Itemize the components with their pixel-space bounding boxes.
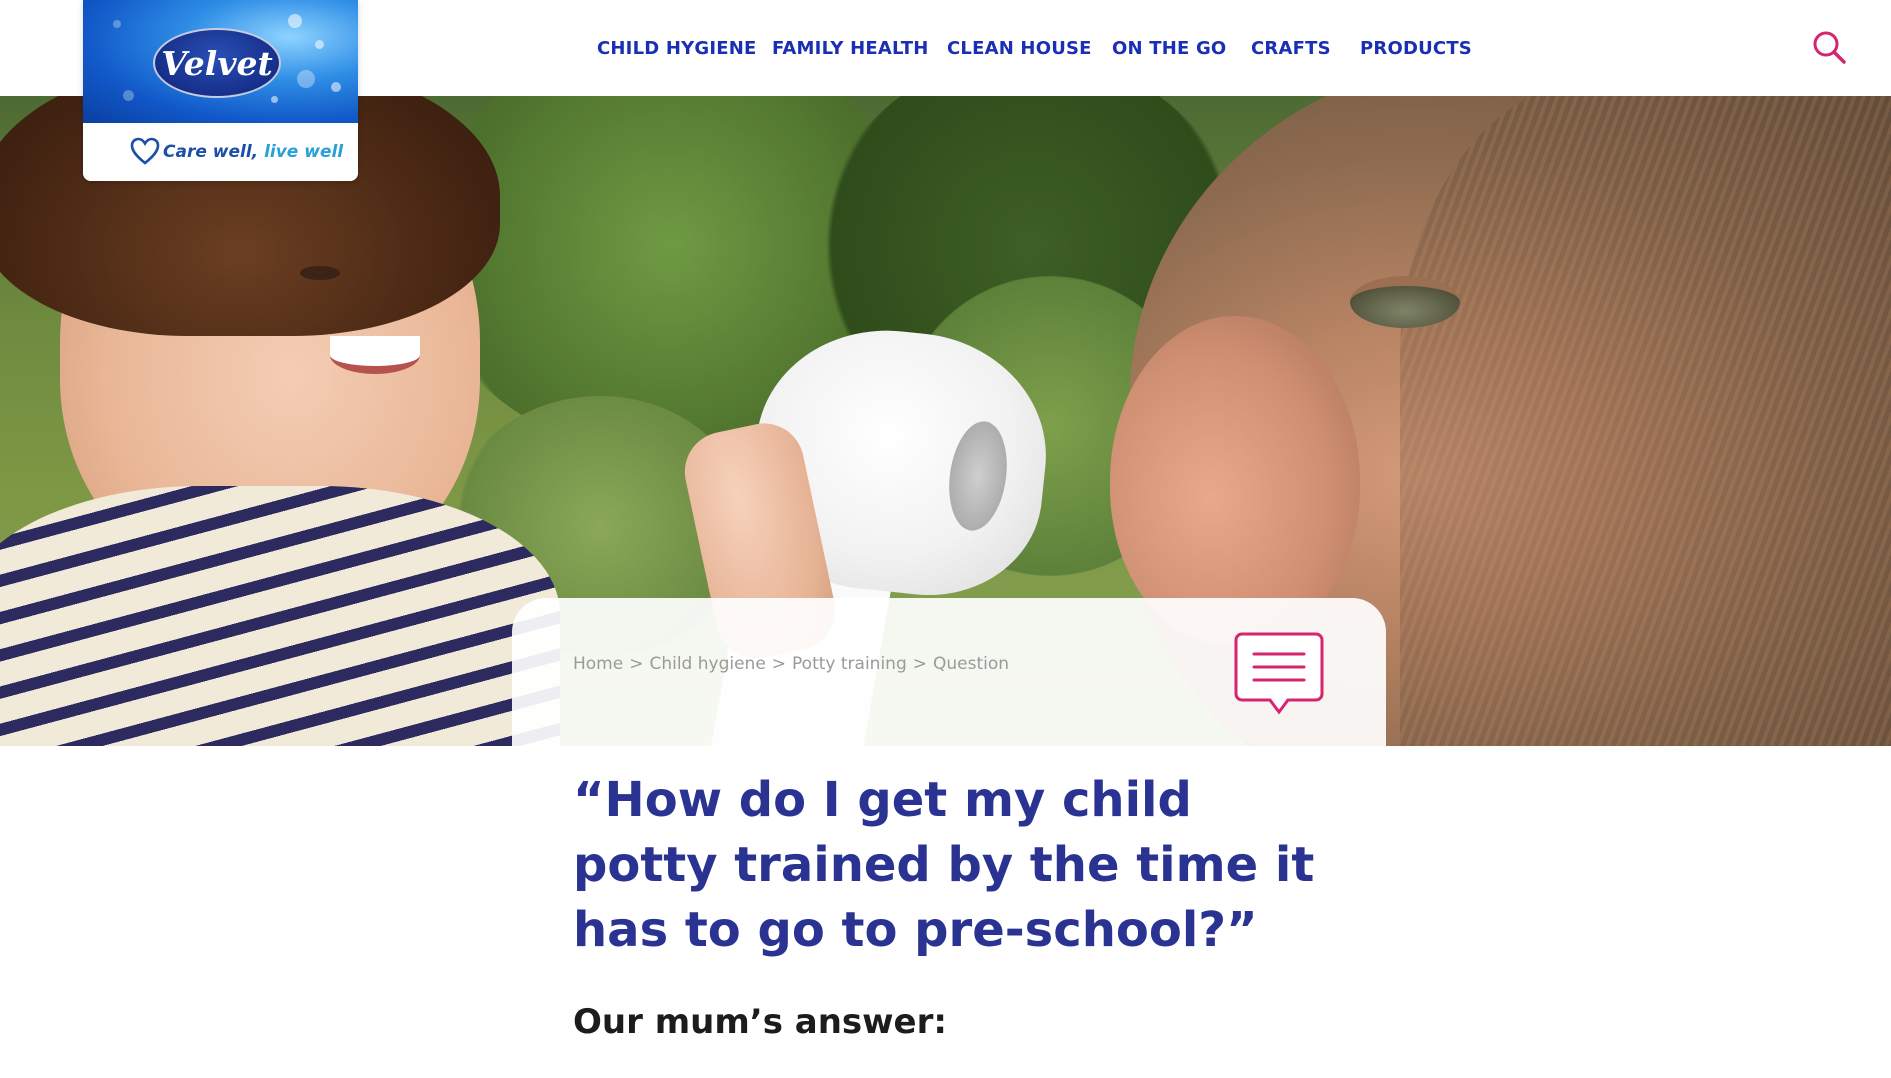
breadcrumb-separator: > [629, 654, 644, 674]
answer-heading: Our mum’s answer: [573, 1002, 947, 1042]
breadcrumb-child-hygiene[interactable]: Child hygiene [649, 654, 765, 674]
velvet-logo[interactable]: Velvet Care well, live well [83, 0, 358, 181]
speech-bubble-icon [1234, 632, 1324, 715]
logo-brand: Velvet [161, 44, 273, 83]
nav-child-hygiene[interactable]: CHILD HYGIENE [597, 38, 756, 59]
breadcrumb: Home > Child hygiene > Potty training > Questi… [573, 654, 1009, 674]
breadcrumb-separator: > [912, 654, 927, 674]
breadcrumb-home[interactable]: Home [573, 654, 623, 674]
tagline-accent: live well [264, 142, 344, 162]
breadcrumb-separator: > [771, 654, 787, 674]
breadcrumb-question: Question [932, 654, 1010, 674]
boy-smile [330, 336, 420, 374]
nav-products[interactable]: PRODUCTS [1360, 38, 1472, 59]
nav-crafts[interactable]: CRAFTS [1251, 38, 1331, 59]
nav-on-the-go[interactable]: ON THE GO [1112, 38, 1226, 59]
breadcrumb-potty-training[interactable]: Potty training [792, 654, 907, 674]
page-title: “How do I get my child potty trained by … [573, 772, 1315, 958]
nav-clean-house[interactable]: CLEAN HOUSE [947, 38, 1092, 59]
heart-icon [130, 137, 160, 165]
troll-nose [1110, 316, 1360, 646]
logo-tagline: Care well, live well [163, 142, 343, 162]
troll-eye [1350, 276, 1460, 328]
tagline-main: Care well, [163, 142, 259, 162]
search-icon[interactable] [1812, 30, 1846, 64]
nav-family-health[interactable]: FAMILY HEALTH [772, 38, 928, 59]
striped-shirt [0, 486, 560, 746]
